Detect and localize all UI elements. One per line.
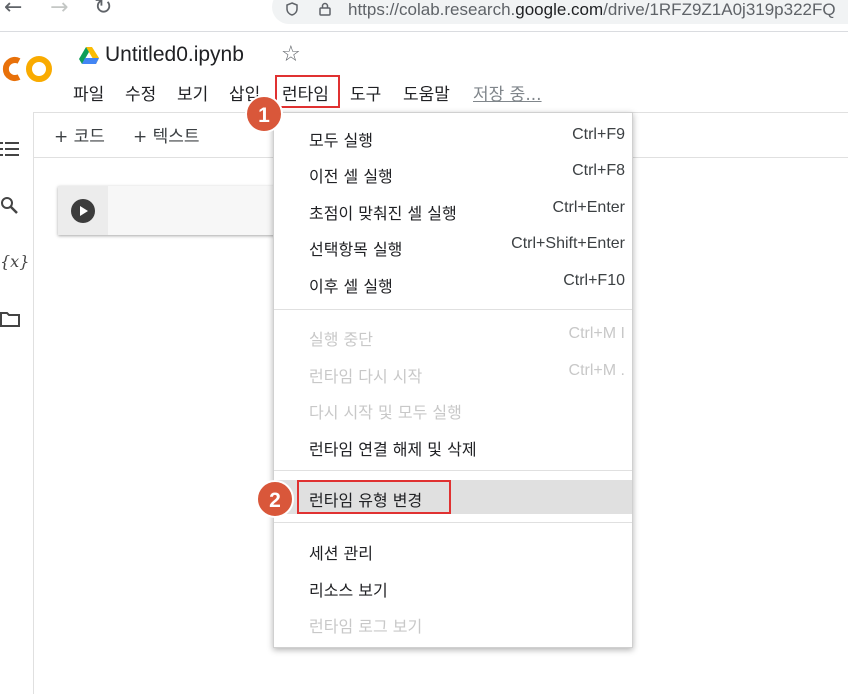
step-2-badge: 2 [256, 480, 294, 518]
menu-help[interactable]: 도움말 [403, 80, 450, 105]
colab-logo-icon[interactable] [2, 52, 56, 86]
add-code-button[interactable]: + 코드 [54, 122, 105, 147]
table-of-contents-icon[interactable] [0, 140, 20, 158]
forward-arrow-icon[interactable]: → [50, 0, 68, 20]
menu-edit[interactable]: 수정 [125, 80, 156, 105]
address-bar[interactable]: https://colab.research.google.com/drive/… [272, 0, 848, 24]
change-runtime-type-highlight [297, 480, 451, 514]
menu-item-shortcut: Ctrl+M I [568, 325, 625, 342]
menu-item-restart-runtime: 런타임 다시 시작 Ctrl+M . [274, 356, 632, 390]
menu-item-label: 이후 셀 실행 [309, 277, 393, 296]
menu-item-shortcut: Ctrl+Enter [552, 199, 625, 216]
menu-item-shortcut: Ctrl+M . [568, 362, 625, 379]
menu-item-label: 런타임 연결 해제 및 삭제 [309, 440, 477, 459]
variables-icon[interactable]: {x} [0, 252, 29, 271]
step-1-badge: 1 [245, 95, 283, 133]
notebook-title[interactable]: Untitled0.ipynb [105, 43, 244, 67]
browser-toolbar: ← → ↻ https://colab.research.google.com/… [0, 0, 848, 32]
search-icon[interactable] [0, 196, 20, 216]
menu-item-label: 다시 시작 및 모두 실행 [309, 403, 462, 422]
menu-file[interactable]: 파일 [73, 80, 104, 105]
menu-item-run-after[interactable]: 이후 셀 실행 Ctrl+F10 [274, 266, 632, 300]
menu-item-shortcut: Ctrl+F10 [563, 272, 625, 289]
menu-item-label: 런타임 다시 시작 [309, 367, 423, 386]
menu-item-view-runtime-logs: 런타임 로그 보기 [274, 606, 632, 640]
reload-icon[interactable]: ↻ [94, 0, 112, 20]
left-rail: {x} [0, 112, 34, 694]
menu-tools[interactable]: 도구 [350, 80, 381, 105]
url-text: https://colab.research.google.com/drive/… [348, 0, 836, 19]
menu-item-view-resources[interactable]: 리소스 보기 [274, 570, 632, 604]
menu-item-run-focused-cell[interactable]: 초점이 맞춰진 셀 실행 Ctrl+Enter [274, 193, 632, 227]
google-drive-icon[interactable] [79, 47, 99, 65]
menu-item-shortcut: Ctrl+F9 [572, 126, 625, 143]
menu-item-label: 세션 관리 [309, 544, 373, 563]
back-arrow-icon[interactable]: ← [4, 0, 22, 20]
menu-divider [274, 470, 632, 471]
menu-divider [274, 522, 632, 523]
menu-item-run-selection[interactable]: 선택항목 실행 Ctrl+Shift+Enter [274, 229, 632, 263]
menu-item-disconnect-and-delete-runtime[interactable]: 런타임 연결 해제 및 삭제 [274, 429, 632, 463]
menu-item-label: 런타임 로그 보기 [309, 617, 423, 636]
menu-item-shortcut: Ctrl+Shift+Enter [511, 235, 625, 252]
shield-icon [286, 2, 298, 16]
runtime-menu-highlight [275, 75, 340, 108]
star-icon[interactable]: ☆ [281, 42, 301, 67]
menu-item-label: 선택항목 실행 [309, 240, 403, 259]
menu-item-run-all[interactable]: 모두 실행 Ctrl+F9 [274, 120, 632, 154]
menu-item-manage-sessions[interactable]: 세션 관리 [274, 533, 632, 567]
cell-gutter [58, 186, 108, 235]
run-cell-icon[interactable] [71, 199, 95, 223]
lock-icon [319, 2, 331, 16]
menu-item-label: 실행 중단 [309, 330, 373, 349]
save-status: 저장 중... [473, 85, 542, 105]
menu-item-run-before[interactable]: 이전 셀 실행 Ctrl+F8 [274, 156, 632, 190]
menu-item-interrupt-execution: 실행 중단 Ctrl+M I [274, 319, 632, 353]
menu-item-label: 초점이 맞춰진 셀 실행 [309, 204, 457, 223]
menu-item-restart-and-run-all: 다시 시작 및 모두 실행 [274, 392, 632, 426]
menu-view[interactable]: 보기 [177, 80, 208, 105]
menu-item-shortcut: Ctrl+F8 [572, 162, 625, 179]
menu-divider [274, 309, 632, 310]
add-text-button[interactable]: + 텍스트 [133, 122, 200, 147]
menu-item-label: 이전 셀 실행 [309, 167, 393, 186]
runtime-dropdown-menu: 모두 실행 Ctrl+F9 이전 셀 실행 Ctrl+F8 초점이 맞춰진 셀 실행 Ct… [273, 112, 633, 648]
folder-icon[interactable] [0, 310, 20, 328]
menu-item-label: 리소스 보기 [309, 581, 388, 600]
menu-item-label: 모두 실행 [309, 131, 373, 150]
